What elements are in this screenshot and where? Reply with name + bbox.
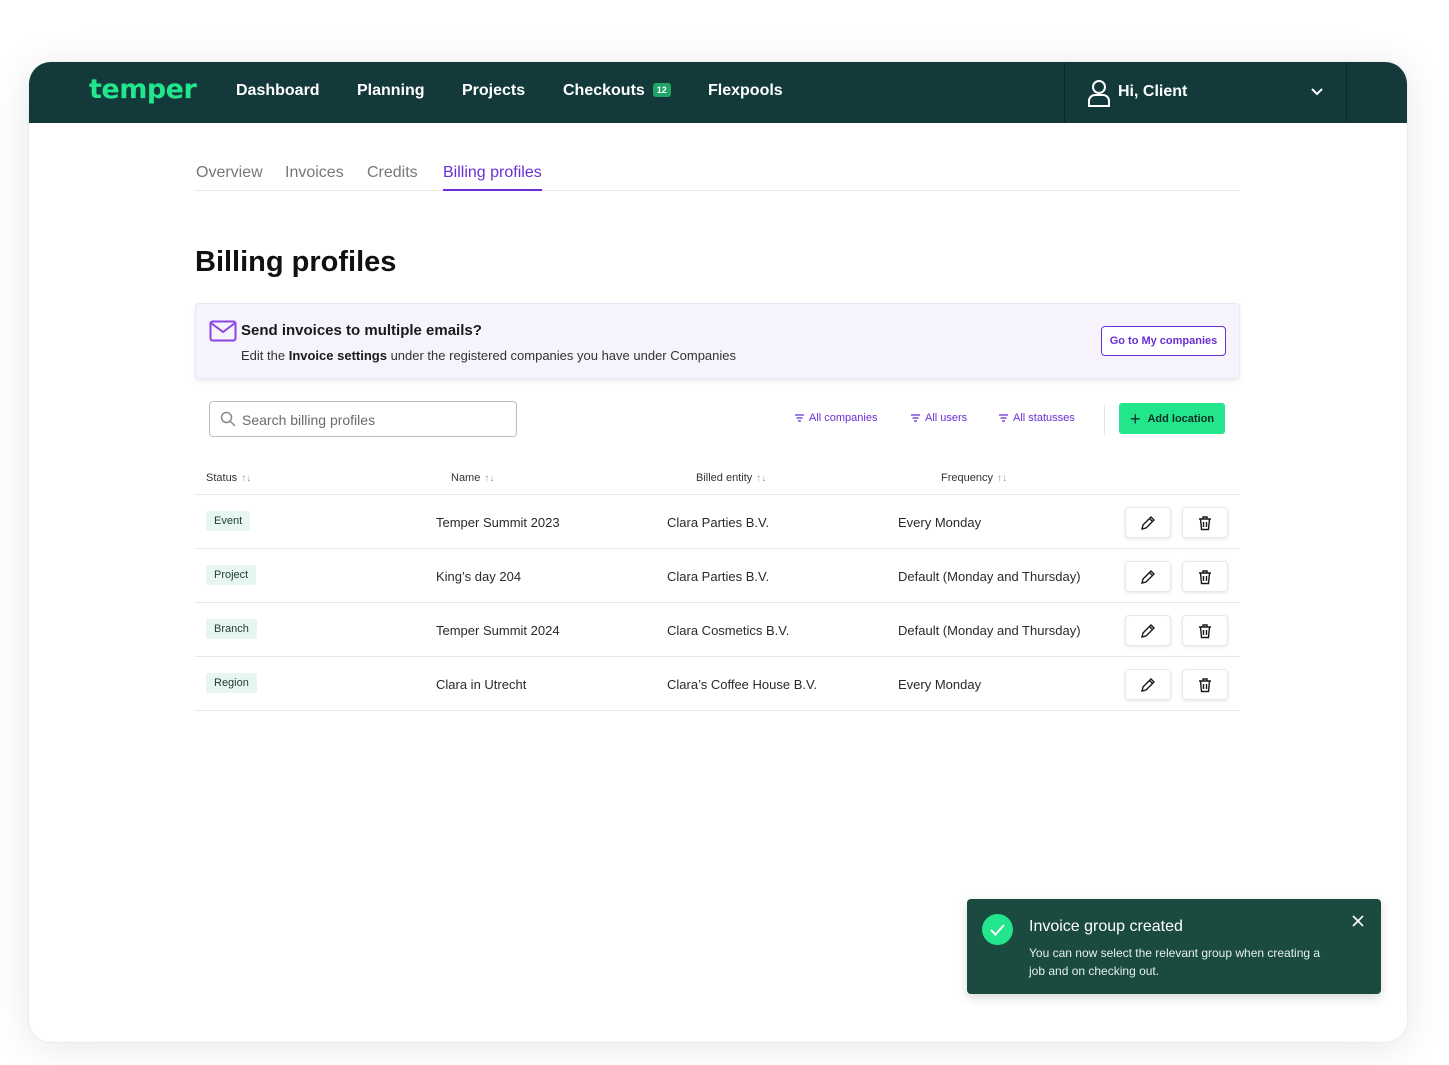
- sort-icon: ↑↓: [996, 473, 1007, 484]
- table-header: Status ↑↓ Name ↑↓ Billed entity ↑↓ Frequenc…: [195, 462, 1240, 495]
- check-circle-icon: [982, 914, 1013, 945]
- temper-logo[interactable]: temper: [89, 74, 197, 105]
- trash-icon: [1199, 677, 1211, 692]
- pencil-icon: [1141, 569, 1155, 584]
- toast-message: You can now select the relevant group wh…: [1029, 946, 1321, 978]
- mail-icon: [209, 320, 237, 342]
- toolbar-divider: [1104, 405, 1105, 435]
- nav-flexpools[interactable]: Flexpools: [708, 82, 783, 100]
- status-badge: Project: [206, 565, 257, 585]
- nav-projects[interactable]: Projects: [462, 82, 525, 100]
- column-billed-entity[interactable]: Billed entity ↑↓: [696, 472, 766, 484]
- frequency: Every Monday: [898, 515, 982, 530]
- frequency: Every Monday: [898, 677, 982, 692]
- table-row: Project King’s day 204 Clara Parties B.V…: [195, 549, 1240, 603]
- tab-credits[interactable]: Credits: [367, 164, 418, 189]
- banner-text-start: Edit the: [241, 348, 289, 363]
- filter-icon: [795, 414, 804, 422]
- filter-icon: [999, 414, 1008, 422]
- frequency: Default (Monday and Thursday): [898, 623, 1081, 638]
- filter-icon: [911, 414, 920, 422]
- filter-label: All users: [925, 412, 968, 424]
- filter-all-companies[interactable]: All companies: [794, 412, 877, 424]
- edit-button[interactable]: [1125, 507, 1171, 538]
- billing-tabs: Overview Invoices Credits Billing profil…: [195, 160, 1240, 191]
- search-box: [209, 401, 517, 437]
- column-label: Billed entity: [696, 472, 753, 484]
- profile-name: Clara in Utrecht: [436, 677, 527, 692]
- nav-dashboard[interactable]: Dashboard: [236, 82, 320, 100]
- column-frequency[interactable]: Frequency ↑↓: [941, 472, 1007, 484]
- top-navigation-bar: temper Dashboard Planning Projects Check…: [29, 62, 1407, 123]
- app-window: temper Dashboard Planning Projects Check…: [29, 62, 1407, 1042]
- close-icon[interactable]: [1351, 914, 1365, 928]
- success-toast: Invoice group created You can now select…: [967, 899, 1381, 994]
- tab-invoices[interactable]: Invoices: [285, 164, 344, 189]
- add-location-button[interactable]: + Add location: [1119, 403, 1225, 434]
- banner-text-end: under the registered companies you have …: [386, 348, 736, 363]
- filter-all-statusses[interactable]: All statusses: [998, 412, 1075, 424]
- checkouts-count-badge: 12: [652, 83, 671, 97]
- nav-checkouts-label: Checkouts: [563, 82, 645, 99]
- column-name[interactable]: Name ↑↓: [451, 472, 494, 484]
- banner-text-bold: Invoice settings: [288, 348, 387, 363]
- billed-entity: Clara’s Coffee House B.V.: [667, 677, 818, 692]
- toast-title: Invoice group created: [1029, 918, 1183, 935]
- search-input[interactable]: [242, 408, 502, 432]
- delete-button[interactable]: [1182, 669, 1228, 700]
- profile-name: Temper Summit 2024: [436, 623, 560, 638]
- filter-label: All companies: [809, 412, 878, 424]
- delete-button[interactable]: [1182, 507, 1228, 538]
- column-label: Name: [451, 472, 481, 484]
- table-row: Region Clara in Utrecht Clara’s Coffee H…: [195, 657, 1240, 711]
- pencil-icon: [1141, 623, 1155, 638]
- column-label: Frequency: [941, 472, 993, 484]
- filter-all-users[interactable]: All users: [910, 412, 967, 424]
- tab-overview[interactable]: Overview: [196, 164, 263, 189]
- edit-button[interactable]: [1125, 669, 1171, 700]
- column-status[interactable]: Status ↑↓: [206, 472, 251, 484]
- filter-label: All statusses: [1013, 412, 1075, 424]
- plus-icon: +: [1129, 408, 1141, 429]
- info-banner: Send invoices to multiple emails? Edit t…: [195, 303, 1240, 379]
- profile-name: King’s day 204: [436, 569, 522, 584]
- sort-icon: ↑↓: [756, 473, 767, 484]
- column-label: Status: [206, 472, 238, 484]
- table-row: Branch Temper Summit 2024 Clara Cosmetic…: [195, 603, 1240, 657]
- sort-icon: ↑↓: [241, 473, 252, 484]
- add-location-label: Add location: [1147, 412, 1215, 425]
- billed-entity: Clara Cosmetics B.V.: [667, 623, 790, 638]
- delete-button[interactable]: [1182, 615, 1228, 646]
- edit-button[interactable]: [1125, 615, 1171, 646]
- search-icon: [220, 411, 236, 427]
- chevron-down-icon[interactable]: [1310, 85, 1324, 99]
- frequency: Default (Monday and Thursday): [898, 569, 1081, 584]
- pencil-icon: [1141, 677, 1155, 692]
- edit-button[interactable]: [1125, 561, 1171, 592]
- banner-title: Send invoices to multiple emails?: [241, 322, 482, 339]
- user-menu[interactable]: Hi, Client: [1064, 62, 1347, 123]
- billed-entity: Clara Parties B.V.: [667, 569, 770, 584]
- trash-icon: [1199, 623, 1211, 638]
- delete-button[interactable]: [1182, 561, 1228, 592]
- status-badge: Event: [206, 511, 251, 531]
- billing-profiles-table: Status ↑↓ Name ↑↓ Billed entity ↑↓ Frequenc…: [195, 462, 1240, 711]
- pencil-icon: [1141, 515, 1155, 530]
- banner-text: Edit the Invoice settings under the regi…: [241, 348, 736, 363]
- nav-checkouts[interactable]: Checkouts 12: [563, 82, 671, 100]
- table-row: Event Temper Summit 2023 Clara Parties B…: [195, 495, 1240, 549]
- go-to-my-companies-button[interactable]: Go to My companies: [1101, 326, 1226, 356]
- status-badge: Branch: [206, 619, 257, 639]
- nav-planning[interactable]: Planning: [357, 82, 425, 100]
- trash-icon: [1199, 515, 1211, 530]
- tab-billing-profiles[interactable]: Billing profiles: [443, 164, 542, 191]
- billed-entity: Clara Parties B.V.: [667, 515, 770, 530]
- trash-icon: [1199, 569, 1211, 584]
- sort-icon: ↑↓: [484, 473, 495, 484]
- profile-name: Temper Summit 2023: [436, 515, 560, 530]
- user-icon: [1088, 80, 1110, 107]
- user-greeting: Hi, Client: [1118, 83, 1188, 100]
- status-badge: Region: [206, 673, 257, 693]
- page-title: Billing profiles: [195, 246, 397, 278]
